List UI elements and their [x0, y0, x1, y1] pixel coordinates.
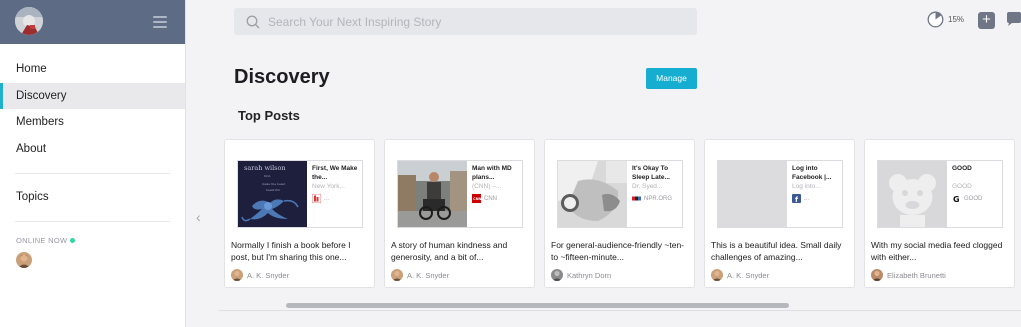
sidebar-item-home[interactable]: Home — [0, 56, 185, 83]
post-card[interactable]: It's Okay To Sleep Late... Dr. Syed... N… — [544, 139, 695, 288]
progress-indicator[interactable]: 15% — [927, 11, 964, 28]
sidebar-item-discovery[interactable]: Discovery — [0, 82, 185, 109]
post-card[interactable]: sarah wilson first, make the beast beaut… — [224, 139, 375, 288]
preview-publisher: ... — [804, 195, 810, 202]
author-name: A. K. Snyder — [727, 270, 770, 280]
user-avatar[interactable] — [15, 7, 43, 35]
preview-title: It's Okay To Sleep Late... — [632, 165, 670, 181]
online-now-text: ONLINE NOW — [16, 235, 68, 245]
svg-text:beautiful: beautiful — [266, 188, 280, 192]
author-avatar — [231, 269, 243, 281]
carousel-prev-icon[interactable]: ‹ — [196, 209, 201, 225]
sidebar-nav: Home Discovery Members About — [0, 44, 185, 162]
post-excerpt: For general-audience-friendly ~ten- to ~… — [551, 240, 685, 262]
sidebar-item-topics[interactable]: Topics — [0, 184, 185, 211]
progress-pie-icon — [927, 11, 944, 28]
link-preview[interactable]: Log into Facebook |... Log into... f ... — [717, 160, 843, 228]
man-wheelchair-thumbnail — [398, 161, 467, 227]
preview-publisher: GOOD — [964, 195, 983, 202]
link-preview[interactable]: GOOD GOOD G GOOD — [877, 160, 1003, 228]
post-excerpt: A story of human kindness and generosity… — [391, 240, 508, 262]
author-name: Elizabeth Brunetti — [887, 270, 946, 280]
post-card[interactable]: GOOD GOOD G GOOD With my social media fe… — [864, 139, 1015, 288]
carousel-scrollbar[interactable] — [218, 303, 1021, 309]
author-avatar — [551, 269, 563, 281]
link-preview[interactable]: It's Okay To Sleep Late... Dr. Syed... N… — [557, 160, 683, 228]
sidebar: Home Discovery Members About Topics ONLI… — [0, 0, 186, 327]
preview-title: GOOD — [952, 165, 972, 172]
post-author[interactable]: A. K. Snyder — [231, 269, 289, 281]
search-input[interactable] — [268, 14, 668, 29]
online-status-dot-icon — [70, 237, 76, 243]
preview-publisher: CNN — [484, 195, 497, 202]
publisher-logo-icon — [312, 194, 321, 203]
add-post-button[interactable]: + — [978, 12, 995, 29]
author-avatar — [871, 269, 883, 281]
sleeping-thumbnail — [558, 161, 627, 227]
scrollbar-thumb[interactable] — [286, 303, 789, 308]
svg-text:G: G — [953, 195, 960, 203]
preview-source: New York... — [312, 183, 345, 190]
preview-source: Dr. Syed... — [632, 183, 663, 190]
author-name: A. K. Snyder — [407, 270, 450, 280]
post-excerpt: With my social media feed clogged with e… — [871, 240, 1003, 262]
sidebar-item-about[interactable]: About — [0, 136, 185, 163]
preview-title: Log into Facebook |... — [792, 165, 832, 181]
npr-logo-icon — [632, 196, 641, 201]
manage-button[interactable]: Manage — [646, 68, 697, 89]
messages-button[interactable] — [1006, 12, 1021, 29]
hamburger-menu-icon[interactable] — [153, 16, 167, 28]
search-icon — [246, 15, 260, 28]
preview-publisher: NPR.ORG — [644, 195, 673, 202]
sidebar-item-members[interactable]: Members — [0, 109, 185, 136]
chat-icon — [1007, 12, 1021, 26]
link-preview[interactable]: sarah wilson first, make the beast beaut… — [237, 160, 363, 228]
search-bar[interactable] — [234, 8, 697, 35]
svg-text:sarah wilson: sarah wilson — [244, 164, 286, 172]
online-member-avatar[interactable] — [16, 251, 32, 268]
preview-source: (CNN) –... — [472, 183, 502, 190]
placeholder-mascot-thumbnail — [878, 161, 947, 227]
svg-text:make the beast: make the beast — [262, 182, 286, 186]
app-window: Home Discovery Members About Topics ONLI… — [0, 0, 1021, 327]
preview-title: First, We Make the... — [312, 165, 358, 181]
progress-percent: 15% — [948, 15, 965, 24]
post-card[interactable]: Log into Facebook |... Log into... f ...… — [704, 139, 855, 288]
book-cover-thumbnail: sarah wilson first, make the beast beaut… — [238, 161, 307, 227]
link-preview[interactable]: Man with MD plans... (CNN) –... CNN CNN — [397, 160, 523, 228]
post-author[interactable]: A. K. Snyder — [711, 269, 769, 281]
top-posts-carousel: sarah wilson first, make the beast beaut… — [224, 139, 1021, 289]
svg-text:CNN: CNN — [473, 197, 481, 201]
cnn-logo-icon: CNN — [472, 194, 481, 203]
preview-title: Man with MD plans... — [472, 165, 512, 181]
post-author[interactable]: Elizabeth Brunetti — [871, 269, 946, 281]
divider — [218, 310, 1021, 311]
preview-source: Log into... — [792, 183, 821, 190]
post-author[interactable]: Kathryn Dorn — [551, 269, 611, 281]
preview-publisher: ... — [324, 195, 330, 202]
section-title: Top Posts — [238, 108, 300, 123]
sidebar-divider — [15, 173, 170, 174]
sidebar-divider — [15, 220, 170, 222]
post-author[interactable]: A. K. Snyder — [391, 269, 449, 281]
post-excerpt: This is a beautiful idea. Small daily ch… — [711, 240, 842, 262]
sidebar-header — [0, 0, 185, 44]
author-name: A. K. Snyder — [247, 270, 290, 280]
empty-thumbnail — [718, 161, 787, 227]
post-card[interactable]: Man with MD plans... (CNN) –... CNN CNN … — [384, 139, 535, 288]
facebook-logo-icon: f — [792, 194, 801, 203]
page-title: Discovery — [234, 66, 330, 88]
good-logo-icon: G — [953, 195, 960, 203]
author-avatar — [711, 269, 723, 281]
author-avatar — [391, 269, 403, 281]
online-now-label: ONLINE NOW — [0, 236, 185, 245]
preview-source: GOOD — [952, 183, 972, 190]
post-excerpt: Normally I finish a book before I post, … — [231, 240, 351, 262]
svg-text:first,: first, — [264, 174, 271, 178]
author-name: Kathryn Dorn — [567, 270, 612, 280]
